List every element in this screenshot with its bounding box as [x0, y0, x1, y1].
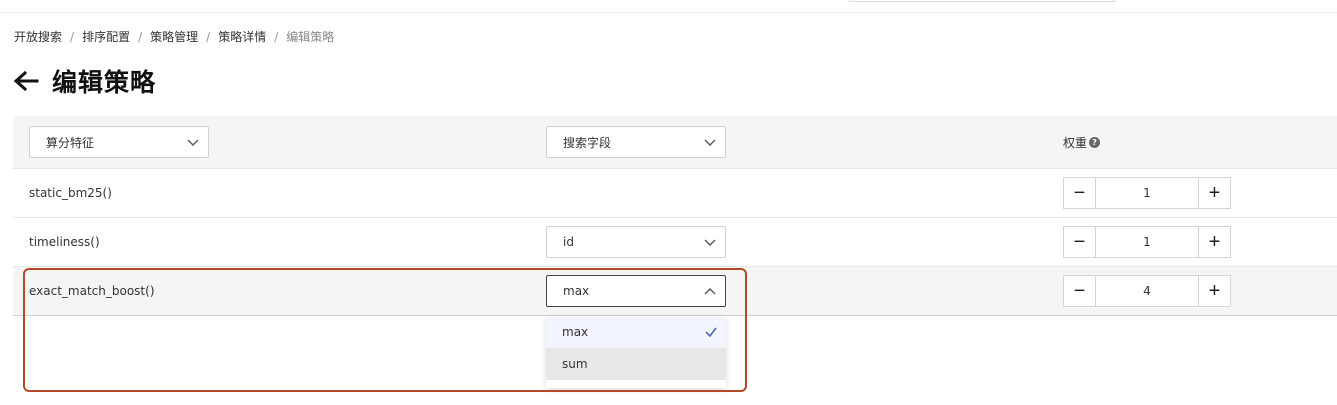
dropdown-option-label: sum	[562, 357, 588, 371]
breadcrumb-current: 编辑策略	[286, 30, 335, 44]
field-select-row[interactable]: id	[546, 226, 726, 258]
chevron-down-icon	[187, 139, 199, 146]
feature-select-label: 算分特征	[46, 135, 95, 150]
breadcrumb: 开放搜索 / 排序配置 / 策略管理 / 策略详情 / 编辑策略	[14, 28, 334, 45]
breadcrumb-item-sort-config[interactable]: 排序配置	[82, 30, 130, 44]
weight-value[interactable]: 4	[1096, 276, 1198, 306]
top-search-input[interactable]	[848, 0, 1116, 2]
strategy-table: 算分特征 搜索字段 权重 ? static_bm25() − 1 + timel…	[13, 116, 1337, 316]
feature-select[interactable]: 算分特征	[29, 126, 209, 158]
breadcrumb-separator: /	[70, 30, 75, 44]
weight-value[interactable]: 1	[1096, 178, 1198, 208]
table-row: static_bm25() − 1 +	[13, 169, 1337, 218]
weight-label: 权重	[1063, 136, 1088, 150]
feature-name: exact_match_boost()	[29, 284, 155, 298]
back-arrow-icon[interactable]	[12, 67, 40, 95]
weight-stepper[interactable]: − 4 +	[1063, 275, 1231, 307]
dropdown-option-sum[interactable]: sum	[546, 348, 726, 380]
decrement-button[interactable]: −	[1064, 276, 1096, 306]
breadcrumb-separator: /	[138, 30, 143, 44]
chevron-down-icon	[704, 239, 716, 246]
page-title: 编辑策略	[52, 68, 157, 97]
field-select-value: max	[563, 284, 590, 298]
table-row: exact_match_boost() max − 4 +	[13, 267, 1337, 316]
table-header-row: 算分特征 搜索字段 权重 ?	[13, 116, 1337, 169]
top-bar	[0, 0, 1337, 13]
increment-button[interactable]: +	[1198, 276, 1230, 306]
increment-button[interactable]: +	[1198, 178, 1230, 208]
title-row: 编辑策略	[12, 64, 156, 98]
breadcrumb-separator: /	[206, 30, 211, 44]
chevron-down-icon	[704, 139, 716, 146]
weight-stepper[interactable]: − 1 +	[1063, 226, 1231, 258]
breadcrumb-item-open-search[interactable]: 开放搜索	[14, 30, 62, 44]
increment-button[interactable]: +	[1198, 227, 1230, 257]
weight-header: 权重 ?	[1063, 134, 1101, 151]
feature-name: timeliness()	[29, 235, 100, 249]
table-row: timeliness() id − 1 +	[13, 218, 1337, 267]
decrement-button[interactable]: −	[1064, 227, 1096, 257]
field-select-label: 搜索字段	[563, 135, 612, 150]
breadcrumb-item-strategy-management[interactable]: 策略管理	[150, 30, 198, 44]
field-select[interactable]: 搜索字段	[546, 126, 726, 158]
field-select-row-open[interactable]: max	[546, 275, 726, 307]
breadcrumb-item-strategy-detail[interactable]: 策略详情	[218, 30, 266, 44]
weight-value[interactable]: 1	[1096, 227, 1198, 257]
field-select-value: id	[563, 235, 574, 249]
decrement-button[interactable]: −	[1064, 178, 1096, 208]
feature-name: static_bm25()	[29, 186, 112, 200]
breadcrumb-separator: /	[274, 30, 279, 44]
field-dropdown-menu: max sum	[546, 316, 726, 388]
help-icon[interactable]: ?	[1089, 137, 1101, 148]
chevron-up-icon	[704, 288, 716, 295]
dropdown-option-label: max	[562, 325, 589, 339]
weight-stepper[interactable]: − 1 +	[1063, 177, 1231, 209]
check-icon	[705, 327, 717, 338]
dropdown-option-max[interactable]: max	[546, 316, 726, 348]
